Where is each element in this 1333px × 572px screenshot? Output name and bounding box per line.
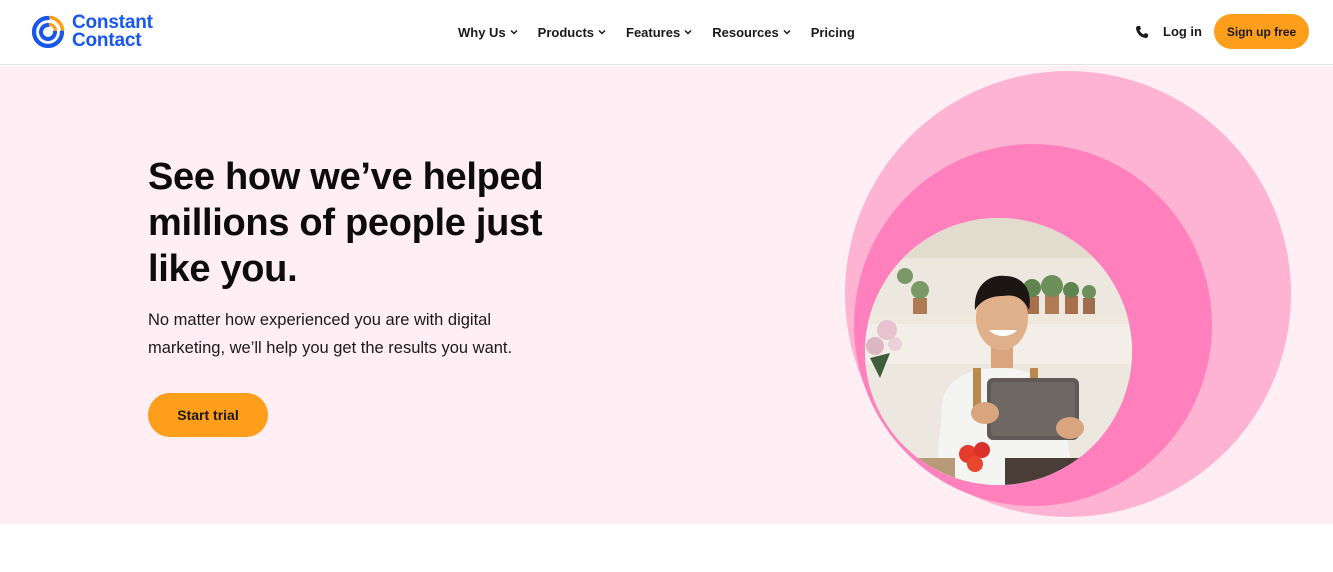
main-nav: Why Us Products Features Resources Prici… (458, 22, 855, 42)
nav-item-label: Features (626, 24, 681, 40)
hero-section: See how we’ve helped millions of people … (0, 66, 1333, 524)
header-actions: Log in Sign up free (1135, 14, 1309, 49)
nav-item-resources[interactable]: Resources (712, 24, 791, 40)
nav-item-label: Resources (712, 24, 779, 40)
phone-icon[interactable] (1135, 25, 1149, 39)
page-lower-area (0, 524, 1333, 572)
start-trial-button[interactable]: Start trial (148, 393, 268, 437)
hero-photo (865, 218, 1132, 485)
chevron-down-icon (684, 29, 692, 35)
brand-name-line2: Contact (72, 30, 142, 51)
constant-contact-logo-icon (31, 15, 65, 49)
chevron-down-icon (783, 29, 791, 35)
brand-name: Constant Contact (72, 13, 153, 51)
nav-item-label: Pricing (810, 24, 855, 40)
nav-item-why-us[interactable]: Why Us (458, 25, 518, 40)
nav-item-features[interactable]: Features (626, 25, 692, 40)
nav-item-pricing[interactable]: Pricing (811, 25, 855, 40)
chevron-down-icon (598, 29, 606, 35)
chevron-down-icon (510, 29, 518, 35)
login-link[interactable]: Log in (1163, 24, 1202, 39)
site-header: Constant Contact Why Us Products Feature… (0, 0, 1333, 65)
hero-photo-illustration (865, 218, 1132, 485)
hero-subtitle: No matter how experienced you are with d… (148, 311, 513, 357)
nav-item-products[interactable]: Products (538, 25, 606, 40)
nav-item-label: Why Us (458, 24, 506, 40)
hero-title: See how we’ve helped millions of people … (148, 156, 544, 290)
signup-button[interactable]: Sign up free (1214, 14, 1309, 49)
brand-logo[interactable]: Constant Contact (30, 12, 153, 52)
nav-item-label: Products (537, 24, 595, 40)
